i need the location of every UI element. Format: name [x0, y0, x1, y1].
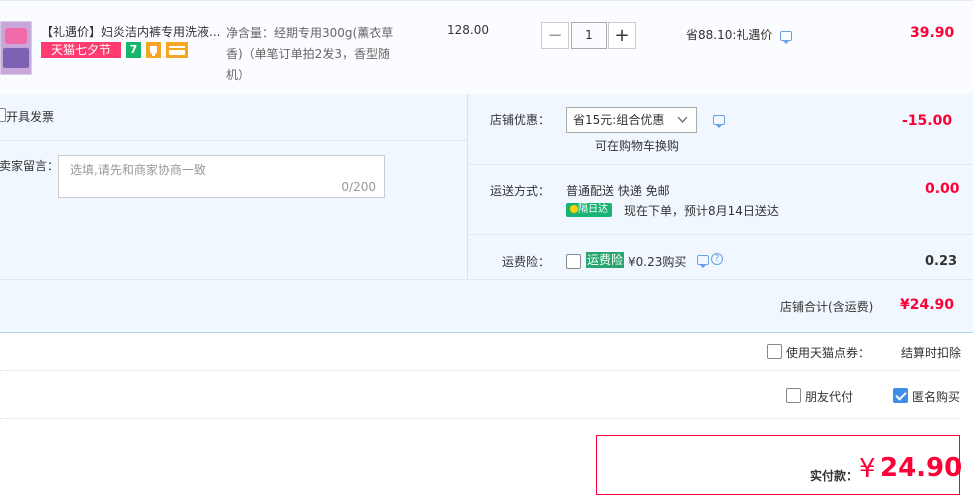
chevron-down-icon: [677, 116, 688, 123]
insurance-price: ¥0.23购买: [628, 255, 687, 269]
invoice-label: 开具发票: [6, 110, 55, 124]
payment-currency: ¥: [859, 454, 876, 484]
quantity-increase-button[interactable]: +: [608, 22, 636, 49]
anonymous-label: 匿名购买: [912, 390, 961, 404]
chat-icon[interactable]: [697, 255, 709, 268]
item-subtotal: 39.90: [910, 25, 955, 41]
lightning-icon: [570, 205, 578, 213]
shop-total-label: 店铺合计(含运费): [780, 300, 874, 314]
insurance-tag: 运费险: [586, 252, 624, 268]
chat-icon[interactable]: [780, 31, 792, 44]
quantity-decrease-button[interactable]: −: [541, 22, 569, 49]
payment-summary-box: 实付款： ¥ 24.90: [596, 435, 963, 495]
sku-description: 净含量：经期专用300g(薰衣草香)（单笔订单拍2发3，香型随机）: [226, 26, 394, 82]
coupon-checkbox[interactable]: [767, 344, 782, 359]
payment-amount: 24.90: [880, 453, 963, 483]
panel-divider: [467, 94, 468, 279]
divider: [0, 418, 960, 419]
insurance-amount: 0.23: [925, 254, 958, 269]
shop-discount-select[interactable]: 省15元:组合优惠: [566, 107, 697, 133]
qixi-festival-tag: 天猫七夕节: [41, 42, 121, 58]
insurance-label: 运费险：: [502, 255, 551, 269]
shop-discount-amount: -15.00: [902, 113, 953, 129]
chat-icon[interactable]: [713, 115, 725, 128]
divider: [0, 370, 960, 371]
seller-message-label: 卖家留言：: [0, 159, 60, 173]
coupon-label: 使用天猫点券：: [786, 346, 871, 360]
insurance-checkbox[interactable]: [566, 254, 581, 269]
anonymous-checkbox[interactable]: [893, 388, 908, 403]
shipping-amount: 0.00: [925, 181, 960, 197]
shop-total-amount: ¥24.90: [900, 297, 955, 313]
shipping-label: 运送方式：: [490, 184, 551, 198]
next-day-badge: 隔日达: [566, 203, 612, 217]
friend-pay-label: 朋友代付: [805, 390, 854, 404]
seven-day-return-icon[interactable]: 7: [126, 42, 141, 58]
next-day-badge-text: 隔日达: [578, 204, 608, 215]
unit-price: 128.00: [447, 23, 489, 37]
message-counter: 0/200: [341, 180, 376, 194]
shop-discount-selected: 省15元:组合优惠: [573, 113, 665, 127]
shop-discount-label: 店铺优惠：: [490, 113, 551, 127]
order-item-row: 【礼遇价】妇炎洁内裤专用洗液... 天猫七夕节 7 净含量：经期专用300g(薰…: [0, 0, 973, 94]
shipping-method: 普通配送 快递 免邮: [566, 184, 670, 198]
divider: [468, 234, 973, 235]
savings-text: 省88.10:礼遇价: [686, 28, 773, 42]
divider: [0, 279, 973, 280]
quantity-input[interactable]: 1: [571, 22, 607, 49]
friend-pay-checkbox[interactable]: [786, 388, 801, 403]
help-icon[interactable]: ?: [711, 253, 723, 265]
shop-discount-note: 可在购物车换购: [595, 139, 680, 153]
product-thumbnail[interactable]: [0, 21, 32, 75]
seller-message-input[interactable]: 选填,请先和商家协商一致 0/200: [58, 155, 385, 198]
card-payment-icon[interactable]: [166, 42, 188, 58]
coupon-note: 结算时扣除: [901, 346, 962, 360]
guarantee-icon[interactable]: [146, 42, 161, 58]
payment-label: 实付款：: [810, 469, 859, 483]
message-placeholder: 选填,请先和商家协商一致: [70, 163, 206, 177]
divider: [0, 140, 467, 141]
shipping-eta: 现在下单，预计8月14日送达: [624, 204, 779, 218]
divider: [468, 164, 973, 165]
product-title-link[interactable]: 【礼遇价】妇炎洁内裤专用洗液...: [41, 23, 221, 40]
